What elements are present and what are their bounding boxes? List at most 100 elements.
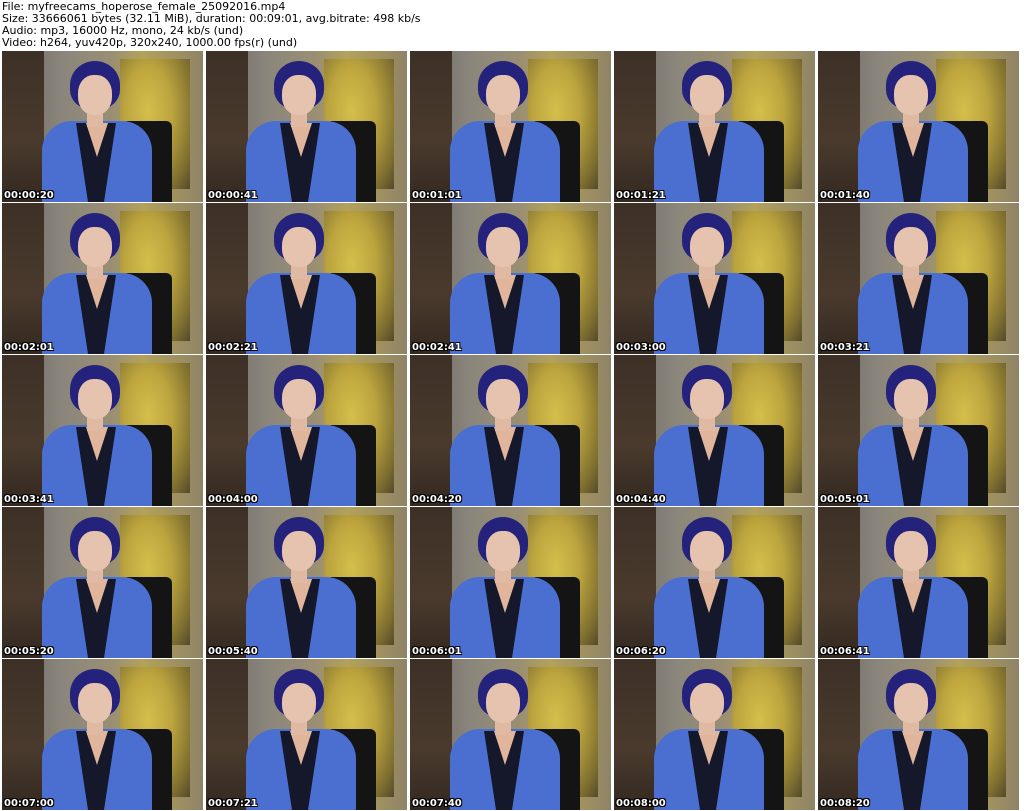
thumbnail-timestamp: 00:07:21	[208, 798, 258, 809]
person	[858, 213, 968, 354]
video-thumbnail[interactable]: 00:07:00	[2, 659, 203, 810]
face	[486, 75, 520, 115]
door-background	[614, 659, 656, 810]
face	[78, 531, 112, 571]
face	[690, 227, 724, 267]
face	[894, 227, 928, 267]
video-line: Video: h264, yuv420p, 320x240, 1000.00 f…	[2, 36, 298, 49]
person	[858, 517, 968, 658]
door-background	[410, 659, 452, 810]
video-thumbnail[interactable]: 00:00:41	[206, 51, 407, 202]
video-thumbnail[interactable]: 00:06:20	[614, 507, 815, 658]
video-thumbnail[interactable]: 00:07:21	[206, 659, 407, 810]
face	[486, 379, 520, 419]
info-header: File: myfreecams_hoperose_female_2509201…	[0, 0, 1024, 50]
person	[42, 213, 152, 354]
video-thumbnail[interactable]: 00:02:01	[2, 203, 203, 354]
face	[78, 75, 112, 115]
door-background	[818, 355, 860, 506]
thumbnail-timestamp: 00:05:40	[208, 646, 258, 657]
video-thumbnail[interactable]: 00:08:00	[614, 659, 815, 810]
thumbnail-timestamp: 00:02:21	[208, 342, 258, 353]
door-background	[410, 51, 452, 202]
thumbnail-timestamp: 00:00:20	[4, 190, 54, 201]
door-background	[410, 355, 452, 506]
thumbnail-timestamp: 00:07:00	[4, 798, 54, 809]
person	[42, 669, 152, 810]
video-thumbnail[interactable]: 00:08:20	[818, 659, 1019, 810]
video-thumbnail[interactable]: 00:02:41	[410, 203, 611, 354]
person	[246, 669, 356, 810]
thumbnail-timestamp: 00:03:41	[4, 494, 54, 505]
thumbnail-timestamp: 00:03:21	[820, 342, 870, 353]
door-background	[2, 203, 44, 354]
thumbnail-timestamp: 00:04:20	[412, 494, 462, 505]
video-thumbnail[interactable]: 00:04:20	[410, 355, 611, 506]
video-thumbnail[interactable]: 00:04:40	[614, 355, 815, 506]
door-background	[206, 507, 248, 658]
door-background	[206, 355, 248, 506]
face	[486, 683, 520, 723]
door-background	[410, 507, 452, 658]
thumbnail-timestamp: 00:04:00	[208, 494, 258, 505]
face	[690, 683, 724, 723]
face	[282, 683, 316, 723]
video-thumbnail[interactable]: 00:07:40	[410, 659, 611, 810]
door-background	[206, 659, 248, 810]
thumbnail-timestamp: 00:05:01	[820, 494, 870, 505]
door-background	[818, 203, 860, 354]
person	[42, 517, 152, 658]
video-thumbnail[interactable]: 00:05:40	[206, 507, 407, 658]
person	[246, 365, 356, 506]
video-thumbnail[interactable]: 00:03:21	[818, 203, 1019, 354]
face	[894, 379, 928, 419]
face	[894, 683, 928, 723]
thumbnail-timestamp: 00:01:40	[820, 190, 870, 201]
video-thumbnail[interactable]: 00:01:01	[410, 51, 611, 202]
door-background	[818, 659, 860, 810]
thumbnail-timestamp: 00:00:41	[208, 190, 258, 201]
thumbnail-timestamp: 00:06:01	[412, 646, 462, 657]
video-thumbnail[interactable]: 00:02:21	[206, 203, 407, 354]
face	[486, 531, 520, 571]
person	[42, 365, 152, 506]
video-thumbnail[interactable]: 00:06:41	[818, 507, 1019, 658]
face	[282, 227, 316, 267]
door-background	[2, 507, 44, 658]
thumbnail-timestamp: 00:06:41	[820, 646, 870, 657]
thumbnail-timestamp: 00:03:00	[616, 342, 666, 353]
face	[486, 227, 520, 267]
person	[450, 213, 560, 354]
person	[858, 669, 968, 810]
video-thumbnail[interactable]: 00:05:01	[818, 355, 1019, 506]
thumbnail-timestamp: 00:01:01	[412, 190, 462, 201]
person	[654, 61, 764, 202]
video-thumbnail[interactable]: 00:03:41	[2, 355, 203, 506]
door-background	[206, 203, 248, 354]
video-thumbnail[interactable]: 00:04:00	[206, 355, 407, 506]
door-background	[614, 51, 656, 202]
door-background	[614, 507, 656, 658]
video-thumbnail[interactable]: 00:01:40	[818, 51, 1019, 202]
thumbnail-timestamp: 00:08:00	[616, 798, 666, 809]
thumbnail-timestamp: 00:07:40	[412, 798, 462, 809]
video-thumbnail[interactable]: 00:00:20	[2, 51, 203, 202]
thumbnail-timestamp: 00:01:21	[616, 190, 666, 201]
face	[690, 75, 724, 115]
video-thumbnail[interactable]: 00:05:20	[2, 507, 203, 658]
person	[246, 213, 356, 354]
face	[282, 75, 316, 115]
person	[246, 61, 356, 202]
thumbnail-grid: 00:00:20 00:00:41 00:01:01 00:01:21 00:01:40…	[0, 50, 1024, 811]
person	[450, 517, 560, 658]
face	[690, 379, 724, 419]
door-background	[2, 51, 44, 202]
video-thumbnail[interactable]: 00:01:21	[614, 51, 815, 202]
thumbnail-timestamp: 00:02:41	[412, 342, 462, 353]
video-thumbnail[interactable]: 00:03:00	[614, 203, 815, 354]
video-thumbnail[interactable]: 00:06:01	[410, 507, 611, 658]
person	[450, 61, 560, 202]
face	[690, 531, 724, 571]
thumbnail-timestamp: 00:02:01	[4, 342, 54, 353]
face	[78, 379, 112, 419]
